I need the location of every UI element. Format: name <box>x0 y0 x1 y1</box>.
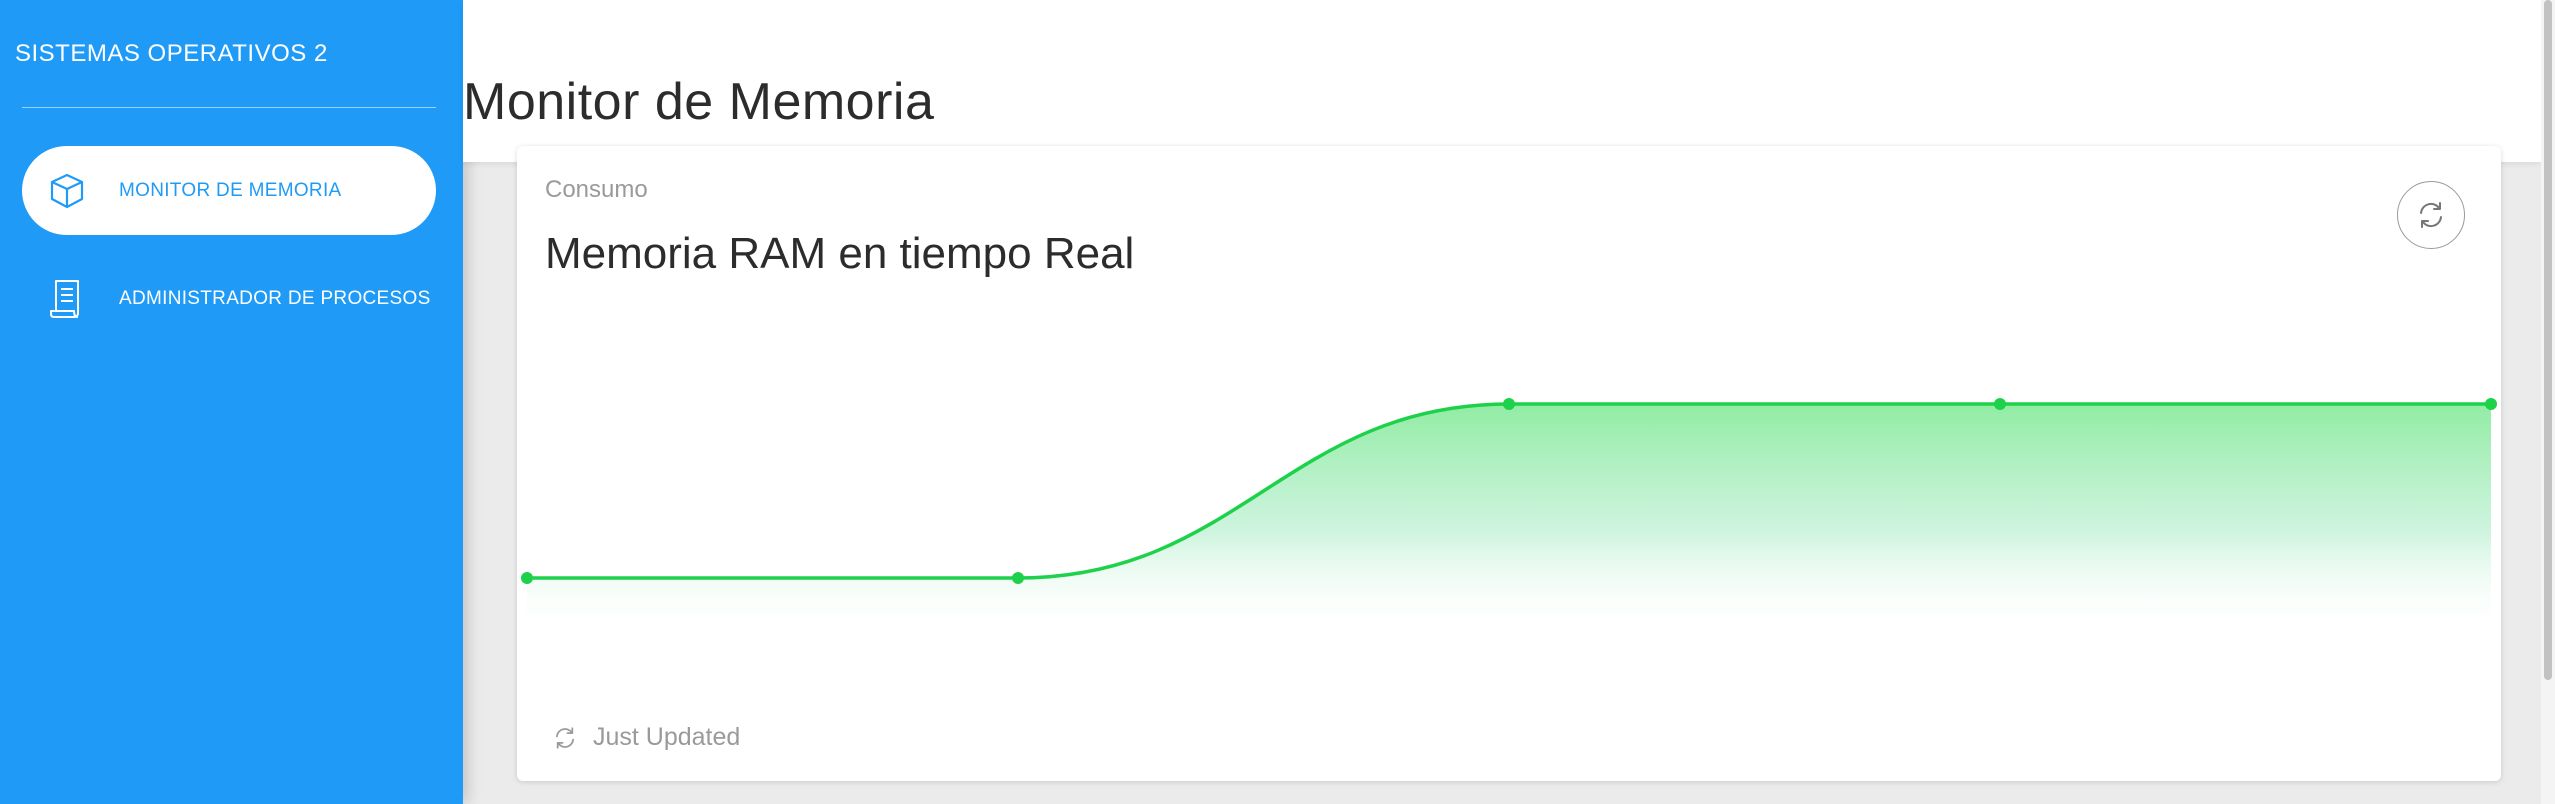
data-point[interactable] <box>521 572 533 584</box>
refresh-icon <box>2415 199 2447 231</box>
sidebar-item-label: ADMINISTRADOR DE PROCESOS <box>119 287 431 309</box>
sidebar-item-label: MONITOR DE MEMORIA <box>119 179 342 201</box>
sidebar: SISTEMAS OPERATIVOS 2 MONITOR DE MEMORIA… <box>0 0 463 804</box>
document-icon <box>46 278 88 320</box>
data-point[interactable] <box>2485 398 2497 410</box>
refresh-button[interactable] <box>2397 181 2465 249</box>
sidebar-item-administrador-de-procesos[interactable]: ADMINISTRADOR DE PROCESOS <box>22 254 436 343</box>
page-title: Monitor de Memoria <box>463 73 935 131</box>
card-footer: Just Updated <box>551 723 740 752</box>
memory-chart <box>517 336 2501 676</box>
sidebar-item-monitor-de-memoria[interactable]: MONITOR DE MEMORIA <box>22 146 436 235</box>
data-point[interactable] <box>1503 398 1515 410</box>
data-point[interactable] <box>1994 398 2006 410</box>
footer-status: Just Updated <box>593 723 741 751</box>
card-title: Memoria RAM en tiempo Real <box>545 229 1135 278</box>
scrollbar[interactable] <box>2541 0 2555 804</box>
memory-chart-card: Consumo Memoria RAM en tiempo Real Just … <box>517 146 2501 781</box>
card-category: Consumo <box>545 176 648 203</box>
sidebar-brand: SISTEMAS OPERATIVOS 2 <box>15 40 328 67</box>
scrollbar-thumb[interactable] <box>2544 0 2552 680</box>
refresh-icon <box>551 724 579 752</box>
sidebar-divider <box>22 107 436 108</box>
area-fill <box>527 404 2491 636</box>
memory-chart-svg <box>521 398 2497 636</box>
cube-icon <box>46 170 88 212</box>
data-point[interactable] <box>1012 572 1024 584</box>
